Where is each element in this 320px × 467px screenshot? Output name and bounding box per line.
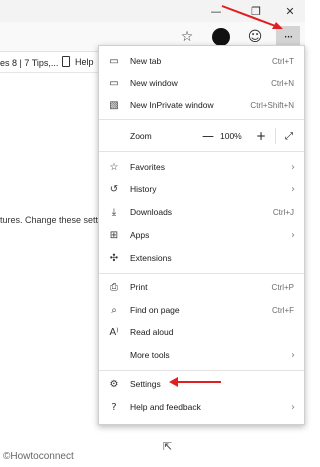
annotation-arrow-more xyxy=(221,5,283,29)
annotation-arrow-settings xyxy=(169,377,221,387)
annotation-arrows xyxy=(169,5,283,387)
